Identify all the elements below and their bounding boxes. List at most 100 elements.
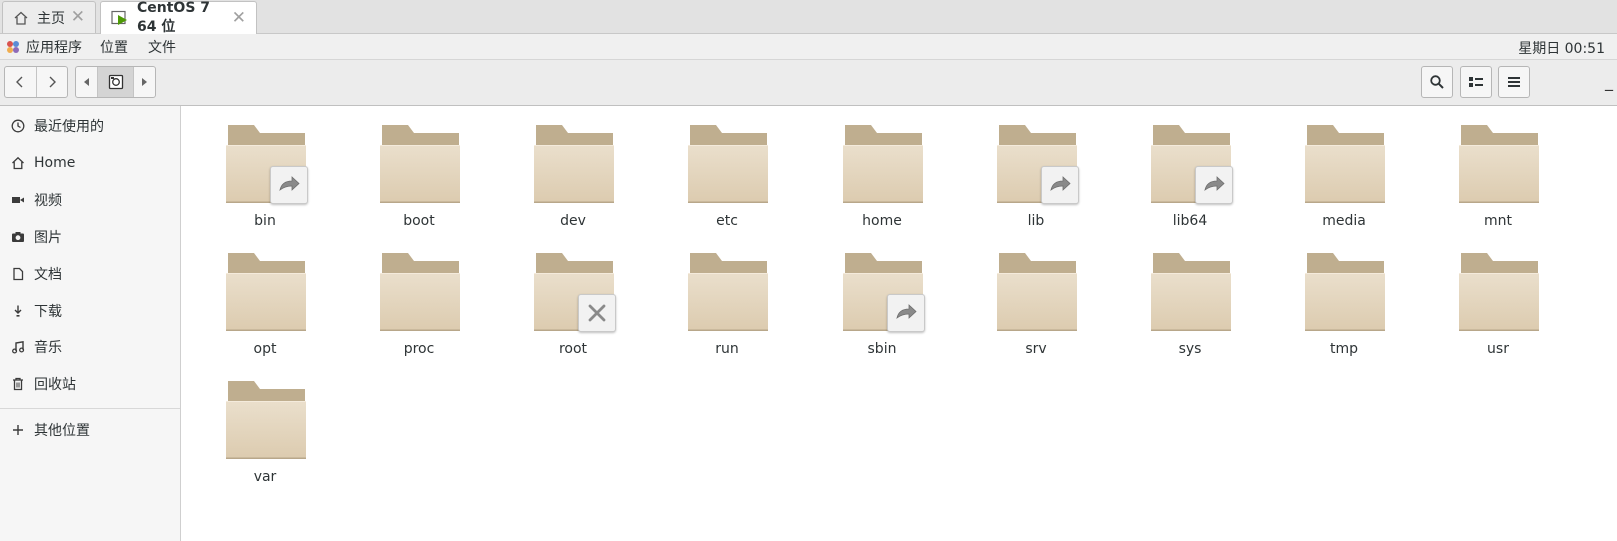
folder-item-sbin[interactable]: sbin — [827, 235, 937, 357]
unreadable-emblem-icon — [578, 294, 616, 332]
folder-name: tmp — [1329, 341, 1358, 357]
toolbar: _ — [0, 60, 1617, 106]
folder-name: srv — [1025, 341, 1047, 357]
path-scroll-right[interactable] — [134, 67, 155, 97]
folder-item-root[interactable]: root — [518, 235, 628, 357]
history-buttons — [4, 66, 68, 98]
places-menu[interactable]: 位置 — [92, 37, 140, 57]
sidebar-item-recent[interactable]: 最近使用的 — [0, 112, 180, 140]
main-menu-button[interactable] — [1498, 66, 1530, 98]
document-icon — [11, 267, 25, 281]
folder-icon — [688, 125, 768, 203]
music-icon — [11, 340, 25, 354]
clock[interactable]: 星期日 00:51 — [1518, 38, 1605, 58]
folder-name: lib64 — [1172, 213, 1208, 229]
folder-item-bin[interactable]: bin — [210, 107, 320, 229]
folder-name: sys — [1178, 341, 1202, 357]
host-tab-strip: 主页 ✕ CentOS 7 64 位 ✕ — [0, 0, 1617, 35]
chevron-left-icon — [14, 75, 26, 89]
folder-icon — [534, 125, 614, 203]
folder-item-home[interactable]: home — [827, 107, 937, 229]
sidebar-item-home[interactable]: Home — [0, 149, 180, 177]
folder-icon — [1305, 253, 1385, 331]
folder-item-lib[interactable]: lib — [981, 107, 1091, 229]
folder-item-srv[interactable]: srv — [981, 235, 1091, 357]
applications-icon — [6, 40, 20, 54]
symlink-emblem-icon — [270, 166, 308, 204]
close-icon[interactable]: ✕ — [71, 9, 85, 26]
sidebar-separator — [0, 408, 180, 409]
tab-vm-label: CentOS 7 64 位 — [137, 0, 211, 35]
folder-item-run[interactable]: run — [672, 235, 782, 357]
folder-icon — [1305, 125, 1385, 203]
clock-icon — [11, 119, 25, 133]
close-icon[interactable]: ✕ — [232, 9, 246, 27]
sidebar-item-label: 视频 — [34, 193, 62, 209]
folder-item-usr[interactable]: usr — [1443, 235, 1553, 357]
folder-name: home — [862, 213, 902, 229]
folder-name: media — [1322, 213, 1366, 229]
folder-icon — [688, 253, 768, 331]
tab-home-label: 主页 — [37, 10, 65, 27]
path-bar — [75, 66, 156, 98]
folder-icon — [997, 253, 1077, 331]
symlink-emblem-icon — [887, 294, 925, 332]
trash-icon — [11, 377, 25, 391]
sidebar-item-label: 下载 — [34, 304, 62, 320]
tab-vm[interactable]: CentOS 7 64 位 ✕ — [100, 0, 257, 35]
plus-icon — [11, 423, 25, 437]
view-toggle-button[interactable] — [1460, 66, 1492, 98]
sidebar-item-other-locations[interactable]: 其他位置 — [0, 416, 180, 444]
search-button[interactable] — [1421, 66, 1453, 98]
folder-item-proc[interactable]: proc — [364, 235, 474, 357]
folder-name: sbin — [867, 341, 897, 357]
sidebar-item-documents[interactable]: 文档 — [0, 260, 180, 288]
folder-item-dev[interactable]: dev — [518, 107, 628, 229]
sidebar-item-music[interactable]: 音乐 — [0, 333, 180, 361]
hamburger-menu-icon — [1507, 75, 1521, 89]
search-icon — [1429, 74, 1445, 90]
home-icon — [13, 10, 29, 26]
folder-name: dev — [560, 213, 586, 229]
places-sidebar: 最近使用的 Home 视频 图片 文档 下载 音乐 回收站 其他位置 — [0, 106, 181, 541]
folder-icon — [226, 253, 306, 331]
sidebar-item-downloads[interactable]: 下载 — [0, 297, 180, 325]
path-root-button[interactable] — [98, 67, 134, 97]
symlink-emblem-icon — [1195, 166, 1233, 204]
path-scroll-left[interactable] — [76, 67, 99, 97]
folder-item-boot[interactable]: boot — [364, 107, 474, 229]
file-view: bin boot dev etc home lib lib64 media mn… — [182, 107, 1617, 541]
folder-icon — [843, 125, 923, 203]
folder-icon — [226, 381, 306, 459]
vm-icon — [111, 10, 129, 26]
folder-item-var[interactable]: var — [210, 363, 320, 485]
folder-name: bin — [254, 213, 276, 229]
folder-item-media[interactable]: media — [1289, 107, 1399, 229]
sidebar-item-label: Home — [34, 155, 76, 171]
folder-item-etc[interactable]: etc — [672, 107, 782, 229]
sidebar-item-pictures[interactable]: 图片 — [0, 223, 180, 251]
forward-button[interactable] — [37, 67, 68, 97]
back-button[interactable] — [5, 67, 37, 97]
folder-item-sys[interactable]: sys — [1135, 235, 1245, 357]
folder-item-lib64[interactable]: lib64 — [1135, 107, 1245, 229]
chevron-right-icon — [46, 75, 58, 89]
folder-item-mnt[interactable]: mnt — [1443, 107, 1553, 229]
folder-name: root — [558, 341, 588, 357]
file-menu[interactable]: 文件 — [140, 37, 188, 57]
sidebar-item-videos[interactable]: 视频 — [0, 186, 180, 214]
folder-icon — [1151, 253, 1231, 331]
window-minimize-button[interactable]: _ — [1605, 72, 1613, 91]
folder-item-opt[interactable]: opt — [210, 235, 320, 357]
folder-icon — [380, 253, 460, 331]
sidebar-item-label: 音乐 — [34, 340, 62, 356]
folder-item-tmp[interactable]: tmp — [1289, 235, 1399, 357]
drive-icon — [108, 74, 124, 90]
triangle-right-icon — [140, 77, 148, 87]
triangle-left-icon — [83, 77, 91, 87]
tab-home[interactable]: 主页 ✕ — [2, 1, 96, 33]
sidebar-item-label: 图片 — [34, 230, 62, 246]
applications-menu[interactable]: 应用程序 — [7, 37, 82, 57]
folder-name: var — [253, 469, 277, 485]
sidebar-item-trash[interactable]: 回收站 — [0, 370, 180, 398]
